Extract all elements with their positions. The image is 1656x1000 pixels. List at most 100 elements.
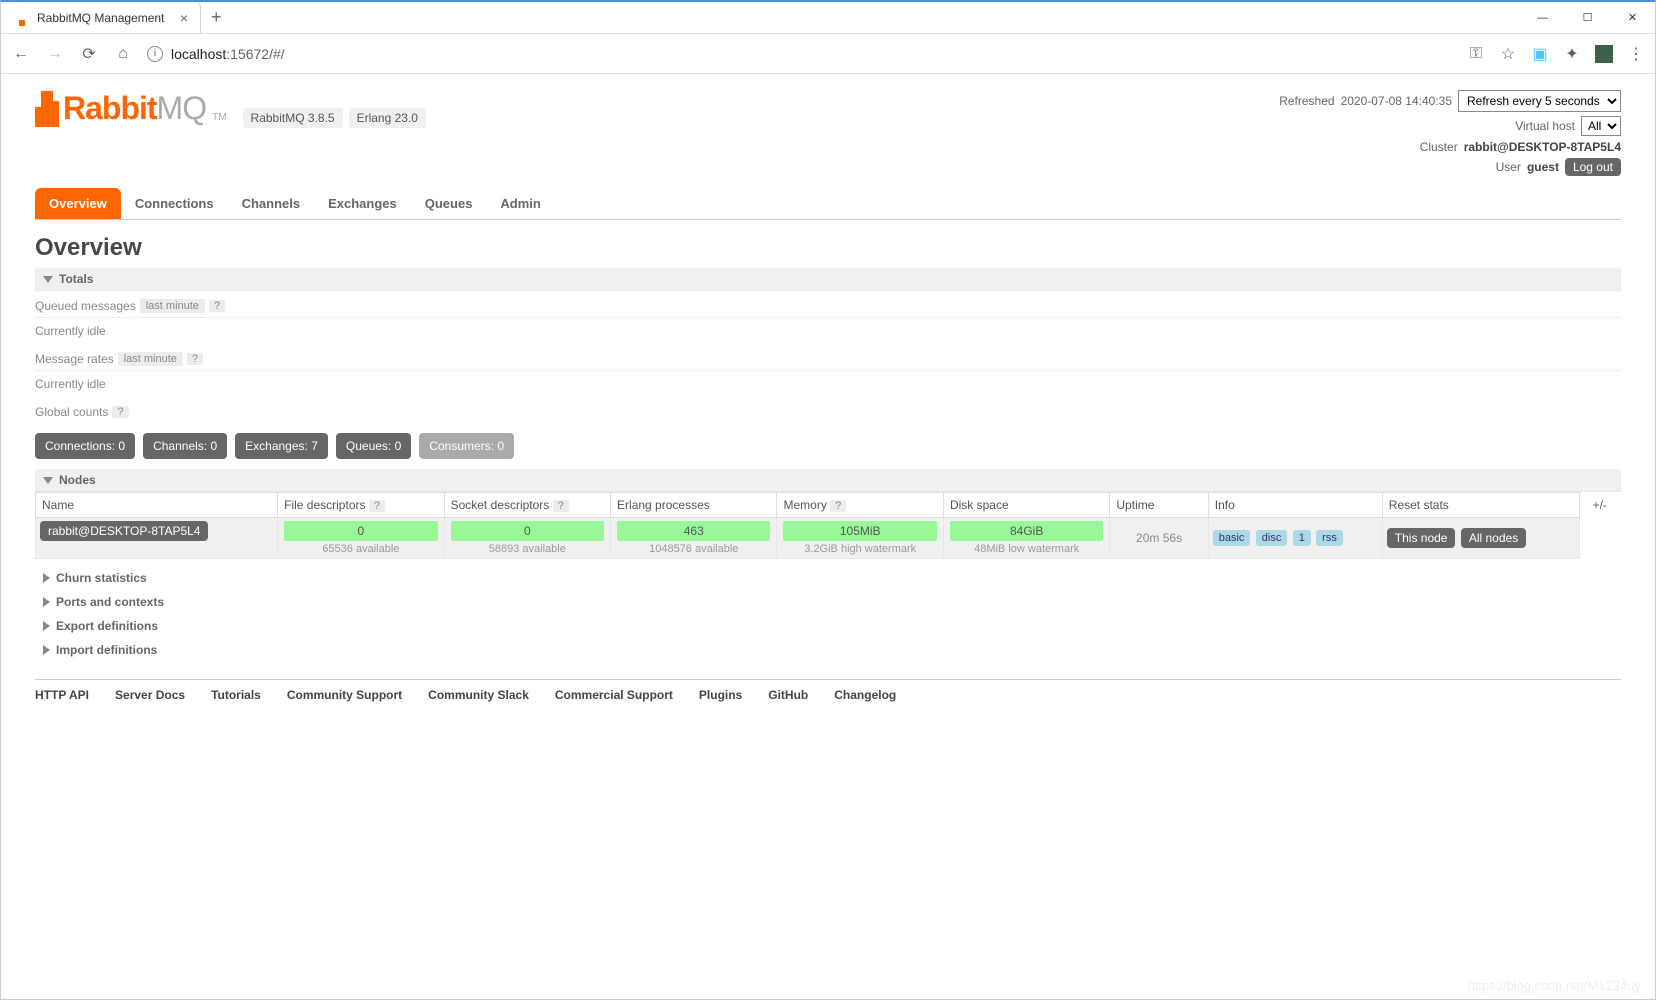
info-tag-basic[interactable]: basic — [1213, 530, 1251, 546]
vhost-select[interactable]: All — [1581, 116, 1621, 136]
help-icon[interactable]: ? — [209, 300, 225, 312]
key-icon[interactable]: ⚿ — [1467, 45, 1485, 63]
browser-menu-icon[interactable]: ⋮ — [1627, 45, 1645, 63]
vhost-label: Virtual host — [1515, 119, 1575, 133]
node-name-link[interactable]: rabbit@DESKTOP-8TAP5L4 — [40, 521, 208, 541]
reset-this-node-button[interactable]: This node — [1387, 528, 1456, 548]
nav-queues[interactable]: Queues — [411, 188, 487, 219]
extension-icon[interactable]: ▣ — [1531, 45, 1549, 63]
connections-count-button[interactable]: Connections: 0 — [35, 433, 135, 459]
message-rates-idle: Currently idle — [35, 371, 1621, 397]
tab-close-icon[interactable]: × — [180, 10, 188, 26]
message-rates-label: Message rates — [35, 352, 114, 366]
nav-admin[interactable]: Admin — [486, 188, 554, 219]
profile-avatar[interactable] — [1595, 45, 1613, 63]
url-text: localhost:15672/#/ — [171, 46, 285, 62]
col-disk[interactable]: Disk space — [943, 493, 1109, 518]
global-counts-label: Global counts — [35, 405, 108, 419]
trademark-text: TM — [212, 112, 226, 123]
extensions-puzzle-icon[interactable]: ✦ — [1563, 45, 1581, 63]
col-name[interactable]: Name — [36, 493, 278, 518]
queues-count-button[interactable]: Queues: 0 — [336, 433, 411, 459]
section-ports-header[interactable]: Ports and contexts — [35, 589, 1621, 613]
footer-community-support[interactable]: Community Support — [287, 688, 402, 702]
footer-commercial-support[interactable]: Commercial Support — [555, 688, 673, 702]
footer-changelog[interactable]: Changelog — [834, 688, 896, 702]
memory-value: 105MiB — [783, 521, 936, 541]
section-totals-header[interactable]: Totals — [35, 268, 1621, 291]
browser-titlebar: RabbitMQ Management × + — ☐ ✕ — [1, 2, 1655, 34]
erlang-available: 1048576 available — [615, 541, 772, 555]
consumers-count-button[interactable]: Consumers: 0 — [419, 433, 514, 459]
tab-title: RabbitMQ Management — [37, 11, 172, 25]
message-rates-timespan[interactable]: last minute — [118, 352, 183, 366]
rabbit-icon — [35, 91, 59, 127]
home-button[interactable]: ⌂ — [113, 44, 133, 64]
col-uptime[interactable]: Uptime — [1110, 493, 1208, 518]
rabbitmq-favicon — [13, 10, 29, 26]
refresh-interval-select[interactable]: Refresh every 5 seconds — [1458, 90, 1621, 112]
info-tag-rss[interactable]: rss — [1316, 530, 1343, 546]
reload-button[interactable]: ⟳ — [79, 44, 99, 64]
channels-count-button[interactable]: Channels: 0 — [143, 433, 227, 459]
new-tab-button[interactable]: + — [201, 3, 232, 32]
address-bar[interactable]: i localhost:15672/#/ — [147, 46, 1453, 62]
erlang-version-badge: Erlang 23.0 — [349, 108, 426, 128]
rabbitmq-logo[interactable]: RabbitMQ TM — [35, 90, 227, 127]
maximize-button[interactable]: ☐ — [1565, 2, 1610, 34]
logout-button[interactable]: Log out — [1565, 158, 1621, 176]
site-info-icon[interactable]: i — [147, 46, 163, 62]
col-memory[interactable]: Memory ? — [777, 493, 943, 518]
footer-community-slack[interactable]: Community Slack — [428, 688, 529, 702]
nav-overview[interactable]: Overview — [35, 188, 121, 219]
section-export-header[interactable]: Export definitions — [35, 613, 1621, 637]
exchanges-count-button[interactable]: Exchanges: 7 — [235, 433, 328, 459]
browser-toolbar: ← → ⟳ ⌂ i localhost:15672/#/ ⚿ ☆ ▣ ✦ ⋮ — [1, 34, 1655, 74]
help-icon[interactable]: ? — [112, 406, 128, 418]
nav-exchanges[interactable]: Exchanges — [314, 188, 411, 219]
footer-server-docs[interactable]: Server Docs — [115, 688, 185, 702]
cluster-label: Cluster — [1420, 140, 1458, 154]
cluster-name: rabbit@DESKTOP-8TAP5L4 — [1464, 140, 1621, 154]
section-churn-header[interactable]: Churn statistics — [35, 565, 1621, 589]
info-tag-1[interactable]: 1 — [1293, 530, 1311, 546]
col-plus-minus[interactable]: +/- — [1579, 493, 1620, 518]
col-fd[interactable]: File descriptors ? — [278, 493, 444, 518]
help-icon[interactable]: ? — [553, 500, 569, 512]
bookmark-star-icon[interactable]: ☆ — [1499, 45, 1517, 63]
chevron-right-icon — [43, 621, 50, 631]
help-icon[interactable]: ? — [369, 500, 385, 512]
watermark-text: https://blog.csdn.net/M1234uy — [1468, 978, 1641, 993]
queued-messages-idle: Currently idle — [35, 318, 1621, 344]
rabbitmq-version-badge: RabbitMQ 3.8.5 — [243, 108, 343, 128]
close-window-button[interactable]: ✕ — [1610, 2, 1655, 34]
disk-value: 84GiB — [950, 521, 1103, 541]
nodes-table: Name File descriptors ? Socket descripto… — [35, 492, 1621, 559]
col-sd[interactable]: Socket descriptors ? — [444, 493, 610, 518]
minimize-button[interactable]: — — [1520, 2, 1565, 34]
col-reset[interactable]: Reset stats — [1382, 493, 1579, 518]
nav-channels[interactable]: Channels — [228, 188, 315, 219]
help-icon[interactable]: ? — [187, 353, 203, 365]
forward-button[interactable]: → — [45, 44, 65, 64]
info-tag-disc[interactable]: disc — [1256, 530, 1288, 546]
footer-github[interactable]: GitHub — [768, 688, 808, 702]
help-icon[interactable]: ? — [830, 500, 846, 512]
reset-all-nodes-button[interactable]: All nodes — [1461, 528, 1526, 548]
back-button[interactable]: ← — [11, 44, 31, 64]
browser-tab[interactable]: RabbitMQ Management × — [1, 2, 201, 33]
section-import-header[interactable]: Import definitions — [35, 637, 1621, 661]
uptime-value: 20m 56s — [1110, 518, 1208, 559]
footer-http-api[interactable]: HTTP API — [35, 688, 89, 702]
footer-links: HTTP API Server Docs Tutorials Community… — [35, 679, 1621, 702]
section-nodes-label: Nodes — [59, 473, 96, 487]
col-erlang[interactable]: Erlang processes — [611, 493, 777, 518]
queued-messages-timespan[interactable]: last minute — [140, 299, 205, 313]
chevron-right-icon — [43, 645, 50, 655]
col-info[interactable]: Info — [1208, 493, 1382, 518]
sd-value: 0 — [451, 521, 604, 541]
footer-tutorials[interactable]: Tutorials — [211, 688, 261, 702]
footer-plugins[interactable]: Plugins — [699, 688, 742, 702]
nav-connections[interactable]: Connections — [121, 188, 228, 219]
section-nodes-header[interactable]: Nodes — [35, 469, 1621, 492]
